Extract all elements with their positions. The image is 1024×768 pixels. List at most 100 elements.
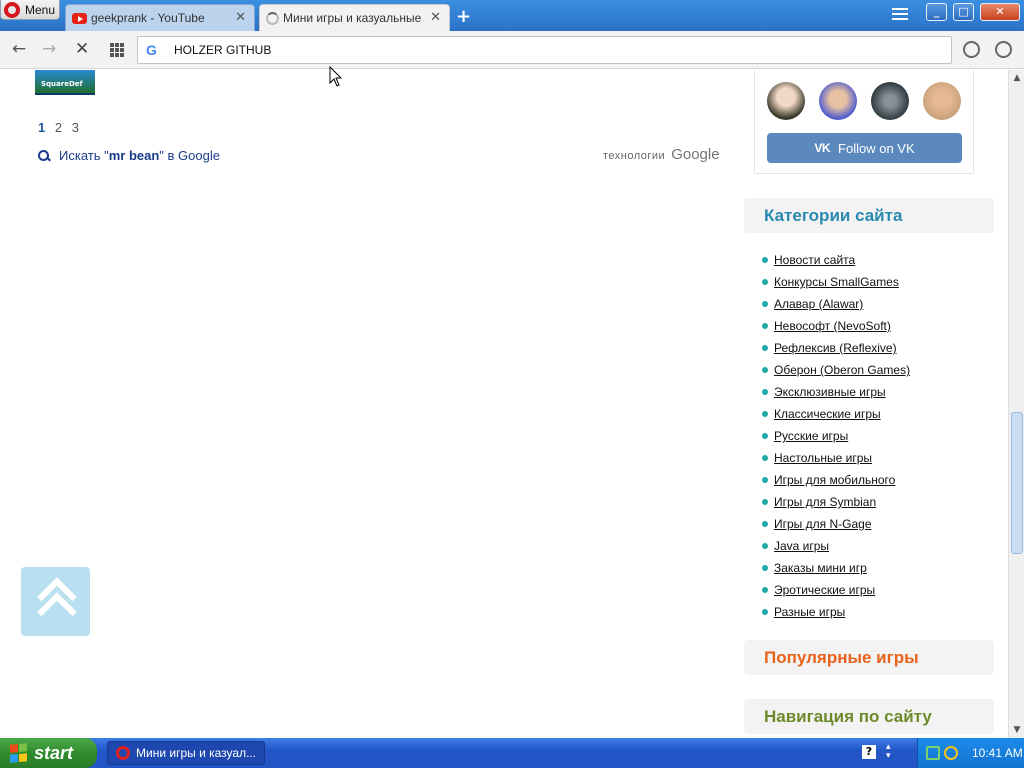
search-query: mr bean bbox=[108, 148, 160, 163]
stop-loading-button[interactable]: ✕ bbox=[75, 39, 89, 59]
bullet-icon bbox=[762, 609, 768, 615]
category-link[interactable]: Заказы мини игр bbox=[774, 561, 867, 575]
maximize-button[interactable]: □ bbox=[953, 3, 974, 21]
search-in-google-link[interactable]: Искать " mr bean " в Google bbox=[38, 148, 220, 163]
category-link[interactable]: Невософт (NevoSoft) bbox=[774, 319, 891, 333]
game-thumbnail-caption: SquareDef bbox=[41, 80, 83, 88]
results-pagination: 1 2 3 bbox=[38, 120, 85, 135]
tab-youtube[interactable]: geekprank - YouTube ✕ bbox=[65, 4, 255, 31]
opera-icon bbox=[116, 746, 130, 760]
category-link[interactable]: Игры для N-Gage bbox=[774, 517, 872, 531]
scrollbar-thumb[interactable] bbox=[1011, 412, 1023, 554]
tab-mini-games[interactable]: Мини игры и казуальные иг ✕ bbox=[259, 4, 450, 31]
bullet-icon bbox=[762, 323, 768, 329]
search-prefix: Искать " bbox=[59, 148, 109, 163]
page-link-1[interactable]: 1 bbox=[38, 120, 45, 135]
avatar[interactable] bbox=[819, 82, 857, 120]
bullet-icon bbox=[762, 499, 768, 505]
back-button[interactable]: ← bbox=[12, 39, 26, 59]
vk-follow-button[interactable]: VK Follow on VK bbox=[767, 133, 962, 163]
site-navigation-heading[interactable]: Навигация по сайту bbox=[744, 699, 994, 734]
category-link[interactable]: Классические игры bbox=[774, 407, 881, 421]
start-button[interactable]: start bbox=[0, 738, 97, 768]
category-link[interactable]: Оберон (Oberon Games) bbox=[774, 363, 910, 377]
new-tab-button[interactable]: + bbox=[456, 6, 471, 27]
list-item: Конкурсы SmallGames bbox=[762, 271, 910, 293]
page-link-2[interactable]: 2 bbox=[55, 120, 62, 135]
avatar[interactable] bbox=[923, 82, 961, 120]
category-link[interactable]: Настольные игры bbox=[774, 451, 872, 465]
tab-close-icon[interactable]: ✕ bbox=[430, 10, 441, 25]
category-link[interactable]: Игры для Symbian bbox=[774, 495, 876, 509]
category-link[interactable]: Рефлексив (Reflexive) bbox=[774, 341, 897, 355]
list-item: Новости сайта bbox=[762, 249, 910, 271]
opera-logo-icon bbox=[4, 1, 20, 18]
categories-list: Новости сайта Конкурсы SmallGames Алавар… bbox=[762, 249, 910, 623]
tray-expand-icon[interactable]: ▴ ▾ bbox=[886, 743, 891, 761]
page-scrollbar[interactable]: ▲ ▼ bbox=[1008, 70, 1024, 738]
bullet-icon bbox=[762, 587, 768, 593]
system-tray: 10:41 AM bbox=[917, 738, 1024, 768]
list-item: Классические игры bbox=[762, 403, 910, 425]
opera-menu-label: Menu bbox=[25, 2, 56, 17]
address-input[interactable]: HOLZER GITHUB bbox=[174, 43, 271, 57]
account-icon[interactable] bbox=[995, 41, 1012, 58]
category-link[interactable]: Игры для мобильного bbox=[774, 473, 895, 487]
browser-tab-strip: Menu geekprank - YouTube ✕ Мини игры и к… bbox=[0, 0, 1024, 31]
category-link[interactable]: Java игры bbox=[774, 539, 829, 553]
bullet-icon bbox=[762, 543, 768, 549]
bullet-icon bbox=[762, 367, 768, 373]
game-thumbnail[interactable]: SquareDef bbox=[35, 70, 95, 95]
loading-spinner-icon bbox=[266, 11, 279, 25]
windows-logo-icon bbox=[10, 743, 28, 763]
category-link[interactable]: Конкурсы SmallGames bbox=[774, 275, 899, 289]
network-icon[interactable] bbox=[926, 746, 940, 760]
download-extension-icon[interactable] bbox=[963, 41, 980, 58]
help-icon[interactable]: ? bbox=[862, 745, 876, 759]
clock: 10:41 AM bbox=[972, 746, 1023, 760]
bullet-icon bbox=[762, 433, 768, 439]
tab-title: geekprank - YouTube bbox=[91, 11, 205, 25]
bullet-icon bbox=[762, 411, 768, 417]
opera-menu-button[interactable]: Menu bbox=[0, 0, 60, 20]
scroll-to-top-button[interactable] bbox=[21, 567, 90, 636]
avatar[interactable] bbox=[871, 82, 909, 120]
bullet-icon bbox=[762, 455, 768, 461]
speed-dial-icon[interactable] bbox=[110, 43, 124, 57]
list-item: Java игры bbox=[762, 535, 910, 557]
list-item: Эксклюзивные игры bbox=[762, 381, 910, 403]
page-link-3[interactable]: 3 bbox=[72, 120, 79, 135]
bullet-icon bbox=[762, 345, 768, 351]
category-link[interactable]: Новости сайта bbox=[774, 253, 855, 267]
close-window-button[interactable]: ✕ bbox=[980, 3, 1020, 21]
tab-menu-icon[interactable] bbox=[892, 8, 908, 22]
category-link[interactable]: Эксклюзивные игры bbox=[774, 385, 886, 399]
category-link[interactable]: Алавар (Alawar) bbox=[774, 297, 863, 311]
list-item: Эротические игры bbox=[762, 579, 910, 601]
avatar[interactable] bbox=[767, 82, 805, 120]
bullet-icon bbox=[762, 257, 768, 263]
powered-by-label: технологии bbox=[603, 150, 666, 162]
google-search-icon: G bbox=[146, 42, 157, 58]
category-link[interactable]: Разные игры bbox=[774, 605, 845, 619]
list-item: Рефлексив (Reflexive) bbox=[762, 337, 910, 359]
minimize-button[interactable]: _ bbox=[926, 3, 947, 21]
list-item: Русские игры bbox=[762, 425, 910, 447]
search-tray-icon[interactable] bbox=[944, 746, 958, 760]
scroll-up-icon[interactable]: ▲ bbox=[1009, 70, 1024, 86]
list-item: Алавар (Alawar) bbox=[762, 293, 910, 315]
forward-button[interactable]: → bbox=[42, 39, 56, 59]
browser-toolbar: ← → ✕ G HOLZER GITHUB bbox=[0, 31, 1024, 69]
scroll-down-icon[interactable]: ▼ bbox=[1009, 722, 1024, 738]
taskbar-item-opera[interactable]: Мини игры и казуал... bbox=[107, 741, 265, 765]
category-link[interactable]: Эротические игры bbox=[774, 583, 875, 597]
popular-games-heading[interactable]: Популярные игры bbox=[744, 640, 994, 675]
tab-close-icon[interactable]: ✕ bbox=[235, 10, 246, 25]
categories-heading: Категории сайта bbox=[744, 198, 994, 233]
search-suffix: " в Google bbox=[159, 148, 220, 163]
powered-by-google: технологии Google bbox=[603, 146, 720, 163]
category-link[interactable]: Русские игры bbox=[774, 429, 848, 443]
address-bar[interactable]: G HOLZER GITHUB bbox=[137, 36, 952, 64]
vk-logo-icon: VK bbox=[814, 141, 831, 155]
bullet-icon bbox=[762, 565, 768, 571]
